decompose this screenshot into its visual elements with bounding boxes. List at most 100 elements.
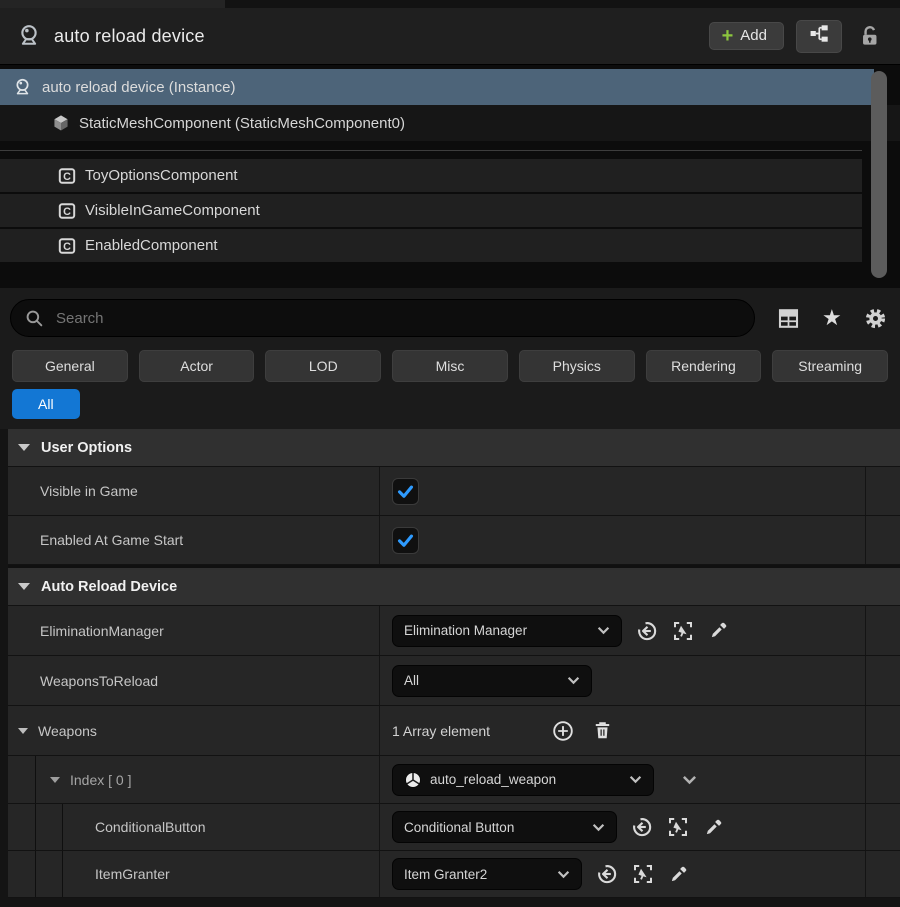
svg-text:C: C (63, 241, 71, 253)
tree-item-staticmesh[interactable]: StaticMeshComponent (StaticMeshComponent… (0, 105, 900, 141)
filter-tabs: General Actor LOD Misc Physics Rendering Strea… (0, 350, 900, 382)
search-box[interactable] (10, 299, 755, 337)
filter-tab-all[interactable]: All (12, 389, 80, 419)
weapon-asset-dropdown[interactable]: auto_reload_weapon (392, 763, 654, 796)
filter-tab-physics[interactable]: Physics (518, 350, 635, 382)
property-label: EliminationManager (40, 622, 164, 639)
eyedropper-icon[interactable] (669, 865, 688, 884)
chevron-down-icon (587, 626, 610, 635)
tree-item-instance[interactable]: auto reload device (Instance) (0, 69, 874, 105)
details-header: auto reload device + Add (0, 8, 900, 64)
dropdown-value: Conditional Button (404, 819, 515, 835)
chevron-down-icon (619, 775, 642, 784)
tree-item-toyoptionscomponent[interactable]: C ToyOptionsComponent (0, 159, 862, 192)
asset-orb-icon (404, 771, 422, 789)
filter-tab-general[interactable]: General (12, 350, 128, 382)
indent-guide (35, 756, 36, 803)
indent-guide (62, 851, 63, 897)
component-icon: C (58, 202, 76, 220)
details-panel: auto reload device + Add auto reload dev… (0, 0, 900, 907)
expand-triangle-icon[interactable] (50, 776, 60, 783)
filter-tab-misc[interactable]: Misc (392, 350, 508, 382)
category-title: User Options (41, 439, 133, 456)
dropdown-value: Elimination Manager (404, 623, 528, 638)
active-tab-edge (0, 0, 225, 8)
property-label: Weapons (38, 722, 97, 739)
chevron-down-icon (557, 676, 580, 685)
add-component-button[interactable]: + Add (708, 22, 784, 50)
property-label: Enabled At Game Start (40, 532, 184, 548)
tree-item-label: EnabledComponent (85, 237, 218, 254)
favorites-star-icon[interactable]: ★ (822, 307, 842, 329)
visible-in-game-checkbox[interactable] (392, 477, 419, 505)
weapons-to-reload-dropdown[interactable]: All (392, 664, 592, 697)
unlock-icon[interactable] (854, 24, 886, 48)
pick-actor-icon[interactable] (668, 817, 688, 837)
row-enabled-at-game-start: Enabled At Game Start (8, 516, 900, 565)
display-grid-icon[interactable] (777, 307, 800, 330)
row-visible-in-game: Visible in Game (8, 467, 900, 516)
category-auto-reload-device[interactable]: Auto Reload Device (8, 568, 900, 606)
indent-guide (35, 804, 36, 850)
add-element-icon[interactable] (552, 720, 574, 742)
chevron-down-icon (547, 870, 570, 879)
component-tree: auto reload device (Instance) StaticMesh… (0, 64, 900, 288)
eyedropper-icon[interactable] (709, 621, 728, 640)
expand-triangle-icon[interactable] (18, 727, 28, 734)
filter-tab-rendering[interactable]: Rendering (645, 350, 762, 382)
element-options-chevron-icon[interactable] (682, 775, 697, 785)
search-row: ★ (0, 296, 900, 340)
tree-item-visibleingamecomponent[interactable]: C VisibleInGameComponent (0, 194, 862, 227)
row-conditional-button: ConditionalButton Conditional Button (8, 804, 900, 851)
svg-text:C: C (63, 171, 71, 183)
tree-item-label: auto reload device (Instance) (42, 78, 236, 96)
plus-icon: + (721, 24, 734, 47)
component-list: C ToyOptionsComponent C VisibleInGameCompon… (0, 159, 900, 262)
tree-scrollbar[interactable] (871, 71, 887, 278)
chevron-down-icon (582, 823, 605, 832)
actor-orb-icon (12, 77, 33, 98)
blueprint-hierarchy-icon (809, 23, 830, 49)
filter-tab-lod[interactable]: LOD (265, 350, 382, 382)
pick-actor-icon[interactable] (633, 864, 653, 884)
add-button-label: Add (740, 27, 767, 44)
edit-blueprint-button[interactable] (796, 19, 842, 53)
actor-title: auto reload device (54, 25, 205, 46)
property-grid: User Options Visible in Game Enabled At … (0, 429, 900, 907)
row-weapons-array: Weapons 1 Array element (8, 706, 900, 756)
use-selected-icon[interactable] (597, 864, 617, 884)
indent-guide (62, 804, 63, 850)
use-selected-icon[interactable] (637, 621, 657, 641)
use-selected-icon[interactable] (632, 817, 652, 837)
svg-text:C: C (63, 206, 71, 218)
filter-tab-streaming[interactable]: Streaming (772, 350, 889, 382)
pick-actor-icon[interactable] (673, 621, 693, 641)
header-actions: + Add (708, 19, 886, 53)
actor-orb-icon (16, 23, 42, 49)
filter-tab-actor[interactable]: Actor (138, 350, 255, 382)
row-elimination-manager: EliminationManager Elimination Manager (8, 606, 900, 656)
row-weapons-to-reload: WeaponsToReload All (8, 656, 900, 706)
enabled-at-game-start-checkbox[interactable] (392, 526, 419, 554)
tree-item-enabledcomponent[interactable]: C EnabledComponent (0, 229, 862, 262)
property-label: Visible in Game (40, 483, 138, 499)
tree-divider (0, 141, 900, 159)
item-granter-dropdown[interactable]: Item Granter2 (392, 858, 582, 890)
settings-gear-icon[interactable] (864, 307, 887, 330)
elimination-manager-dropdown[interactable]: Elimination Manager (392, 614, 622, 647)
property-label: WeaponsToReload (40, 672, 159, 689)
category-user-options[interactable]: User Options (8, 429, 900, 467)
row-item-granter: ItemGranter Item Granter2 (8, 851, 900, 898)
conditional-button-dropdown[interactable]: Conditional Button (392, 811, 617, 843)
indent-guide (35, 851, 36, 897)
dropdown-value: All (404, 673, 420, 688)
delete-array-icon[interactable] (592, 720, 613, 741)
tab-strip (0, 0, 900, 8)
component-icon: C (58, 237, 76, 255)
property-label: ConditionalButton (95, 819, 206, 835)
search-input[interactable] (54, 308, 740, 328)
property-label: Index [ 0 ] (70, 771, 132, 788)
eyedropper-icon[interactable] (704, 818, 723, 837)
dropdown-value: Item Granter2 (404, 866, 488, 882)
collapse-triangle-icon (18, 444, 30, 451)
